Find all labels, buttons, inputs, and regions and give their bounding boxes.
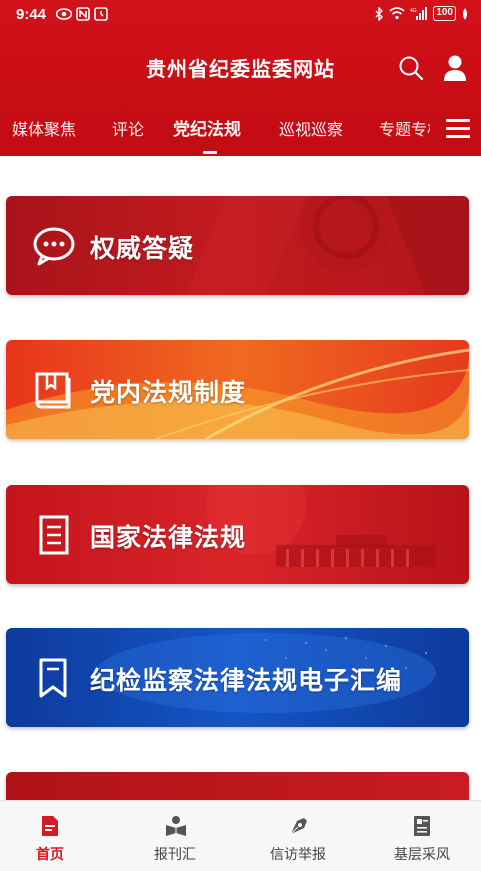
tab-media[interactable]: 媒体聚焦 bbox=[12, 116, 76, 140]
wifi-icon bbox=[389, 7, 405, 20]
bottom-navigation: 首页 报刊汇 信访举报 基层采风 bbox=[0, 800, 481, 871]
battery-indicator: 100 bbox=[433, 6, 456, 21]
bottom-nav-petition-report[interactable]: 信访举报 bbox=[238, 801, 358, 871]
chat-bubble-icon bbox=[33, 227, 75, 266]
bluetooth-icon bbox=[375, 6, 384, 21]
document-home-icon bbox=[42, 816, 58, 836]
card-discipline-law-compilation[interactable]: 纪检监察法律法规电子汇编 bbox=[6, 628, 469, 727]
card-title: 纪检监察法律法规电子汇编 bbox=[90, 666, 403, 695]
card-title: 权威答疑 bbox=[90, 234, 195, 263]
bottom-nav-home[interactable]: 首页 bbox=[0, 801, 110, 871]
news-icon bbox=[414, 816, 430, 836]
bookmark-icon bbox=[39, 658, 67, 698]
bottom-nav-label: 首页 bbox=[36, 847, 64, 863]
card-national-laws[interactable]: 国家法律法规 bbox=[6, 485, 469, 584]
title-row: 贵州省纪委监委网站 bbox=[0, 40, 481, 96]
alarm-icon bbox=[94, 7, 108, 21]
tab-party-regulations[interactable]: 党纪法规 bbox=[173, 115, 241, 140]
nfc-icon bbox=[76, 7, 90, 21]
bottom-nav-newspapers[interactable]: 报刊汇 bbox=[115, 801, 235, 871]
status-time: 9:44 bbox=[16, 6, 47, 23]
content-area: 权威答疑 党内法规制度 国家法律法规 纪检监察法律法规电子汇编 bbox=[0, 156, 481, 812]
tab-inspection[interactable]: 巡视巡察 bbox=[279, 116, 343, 140]
book-icon bbox=[35, 372, 71, 409]
status-bar: 9:44 4G 100 bbox=[0, 0, 481, 32]
signal-icon: 4G bbox=[410, 7, 428, 20]
leaf-icon bbox=[463, 7, 467, 20]
user-icon bbox=[444, 55, 466, 81]
card-party-regulations[interactable]: 党内法规制度 bbox=[6, 340, 469, 439]
bottom-nav-grassroots[interactable]: 基层采风 bbox=[362, 801, 481, 871]
category-tabs: 媒体聚焦 评论 党纪法规 巡视巡察 专题专栏 bbox=[0, 108, 430, 148]
svg-text:4G: 4G bbox=[410, 8, 417, 14]
app-header: 9:44 4G 100 贵州省纪委监委网站 媒体聚焦 评论 党纪法规 巡视巡察 … bbox=[0, 0, 481, 156]
reader-icon bbox=[166, 816, 186, 836]
card-authoritative-qa[interactable]: 权威答疑 bbox=[6, 196, 469, 295]
menu-button[interactable] bbox=[444, 116, 472, 140]
eye-icon bbox=[56, 8, 72, 20]
card-title: 党内法规制度 bbox=[90, 378, 247, 407]
bottom-nav-label: 报刊汇 bbox=[154, 847, 196, 863]
card-title: 国家法律法规 bbox=[90, 523, 247, 552]
search-button[interactable] bbox=[398, 55, 424, 81]
user-profile-button[interactable] bbox=[442, 54, 468, 82]
document-icon bbox=[39, 515, 69, 555]
tab-special-topics[interactable]: 专题专栏 bbox=[379, 116, 430, 140]
active-tab-indicator bbox=[203, 151, 217, 154]
bottom-nav-label: 信访举报 bbox=[270, 847, 326, 863]
pen-nib-icon bbox=[290, 818, 307, 835]
search-icon bbox=[399, 56, 424, 81]
status-notification-icons bbox=[56, 7, 108, 21]
status-system-icons: 4G 100 bbox=[375, 6, 469, 21]
tab-commentary[interactable]: 评论 bbox=[112, 116, 144, 140]
bottom-nav-label: 基层采风 bbox=[394, 847, 450, 863]
